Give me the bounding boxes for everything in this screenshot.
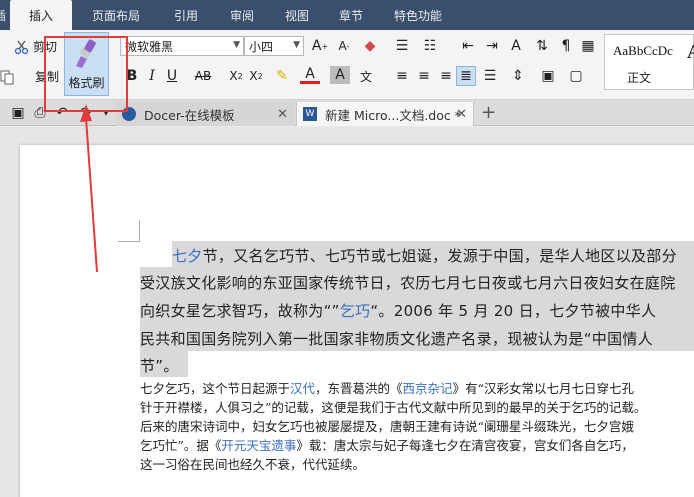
line-spacing-icon[interactable]: ⇕ [508, 66, 528, 86]
italic-icon[interactable]: I [142, 66, 162, 86]
tab-docer-templates[interactable]: Docer-在线模板 ✕ [116, 102, 294, 126]
grow-font-icon[interactable]: A + [310, 36, 330, 56]
justify-icon[interactable]: ≣ [456, 66, 476, 86]
close-icon[interactable]: ✕ [456, 107, 467, 122]
highlight-icon[interactable]: ✎ [272, 66, 292, 86]
menu-tab-view[interactable]: 视图 [272, 0, 322, 30]
table-icon[interactable]: ▦ [578, 36, 598, 56]
doc-line: 针于开襟楼，人俱习之”的记载，这便是我们于古代文献中所见到的最早的关于乞巧的记载… [140, 400, 647, 415]
menu-tab-references[interactable]: 引用 [160, 0, 212, 30]
font-name-select[interactable]: 微软雅黑 ▼ [120, 36, 244, 56]
menu-tab-bar: 插 插入 页面布局 引用 审阅 视图 章节 特色功能 [0, 0, 694, 30]
shading-icon[interactable]: ▣ [538, 66, 558, 86]
sort-icon[interactable]: ⇅ [532, 36, 552, 56]
border-icon[interactable]: ▢ [566, 66, 586, 86]
doc-line: 节”。 [140, 357, 179, 375]
margin-corner-mark [118, 220, 140, 242]
chevron-down-icon: ▼ [293, 40, 300, 50]
font-color-icon[interactable]: A [300, 66, 320, 84]
clear-format-icon[interactable]: ◆ [360, 36, 380, 56]
menu-tab-review[interactable]: 审阅 [212, 0, 272, 30]
doc-line: 乞巧忙”。据《开元天宝遗事》载：唐太宗与妃子每逢七夕在清宫夜宴，宫女们各自乞巧， [140, 438, 634, 453]
doc-line: 后来的唐宋诗词中，妇女乞巧也被屡屡提及，唐朝王建有诗说“阑珊星斗缀珠光，七夕宫娥 [140, 419, 634, 434]
phonetic-icon[interactable]: 文 [356, 66, 376, 86]
strikethrough-icon[interactable]: AB [190, 66, 216, 86]
bullet-list-icon[interactable]: ☰ [392, 36, 412, 56]
doc-line: 七夕乞巧，这个节日起源于汉代，东晋葛洪的《西京杂记》有“汉彩女常以七月七日穿七孔 [140, 381, 634, 396]
align-right-icon[interactable]: ≡ [436, 66, 456, 86]
subscript-icon[interactable]: X2 [246, 66, 266, 86]
doc-line: 受汉族文化影响的东亚国家传统节日，农历七月七日夜或七月六日夜妇女在庭院 [140, 274, 676, 292]
menu-tab-page-layout[interactable]: 页面布局 [72, 0, 160, 30]
close-icon[interactable]: ✕ [277, 107, 288, 122]
save-icon[interactable]: ▣ [8, 103, 28, 123]
doc-line: 七夕节，又名乞巧节、七巧节或七姐诞，发源于中国，是华人地区以及部分 [172, 247, 677, 265]
numbered-list-icon[interactable]: ☷ [420, 36, 440, 56]
menu-tab-insert[interactable]: 插入 [10, 0, 72, 30]
menu-tab-section[interactable]: 章节 [322, 0, 380, 30]
doc-line: 这一习俗在民间也经久不衰，代代延续。 [140, 457, 366, 472]
menu-tab-features[interactable]: 特色功能 [380, 0, 456, 30]
show-marks-icon[interactable]: ¶ [556, 36, 576, 56]
copy-icon [0, 69, 16, 85]
scissors-icon [14, 39, 30, 55]
underline-icon[interactable]: U [162, 66, 182, 86]
align-center-icon[interactable]: ≡ [414, 66, 434, 86]
style-gallery[interactable]: AaBbCcDc 正文 A [604, 34, 694, 90]
superscript-icon[interactable]: X2 [226, 66, 246, 86]
add-tab-button[interactable]: + [481, 102, 496, 123]
distributed-icon[interactable]: ☰ [480, 66, 500, 86]
doc-line: 民共和国国务院列入第一批国家非物质文化遗产名录，现被认为是“中国情人 [140, 330, 653, 348]
increase-indent-icon[interactable]: ⇥ [482, 36, 502, 56]
shrink-font-icon[interactable]: A- [334, 36, 354, 56]
decrease-indent-icon[interactable]: ⇤ [458, 36, 478, 56]
char-shading-icon[interactable]: A [330, 66, 350, 84]
text-direction-icon[interactable]: A [506, 36, 526, 56]
menu-tab-clipped[interactable]: 插 [0, 0, 8, 30]
doc-line: 向织女星乞求智巧，故称为“”乞巧“。2006 年 5 月 20 日，七夕节被中华… [140, 302, 657, 320]
align-left-icon[interactable]: ≡ [392, 66, 412, 86]
font-size-select[interactable]: 小四 ▼ [244, 36, 304, 56]
annotation-box [44, 36, 128, 112]
word-doc-icon: W [303, 107, 317, 121]
tab-new-document[interactable]: W 新建 Micro...文档.doc * ✕ [296, 102, 474, 126]
chevron-down-icon: ▼ [233, 40, 240, 50]
